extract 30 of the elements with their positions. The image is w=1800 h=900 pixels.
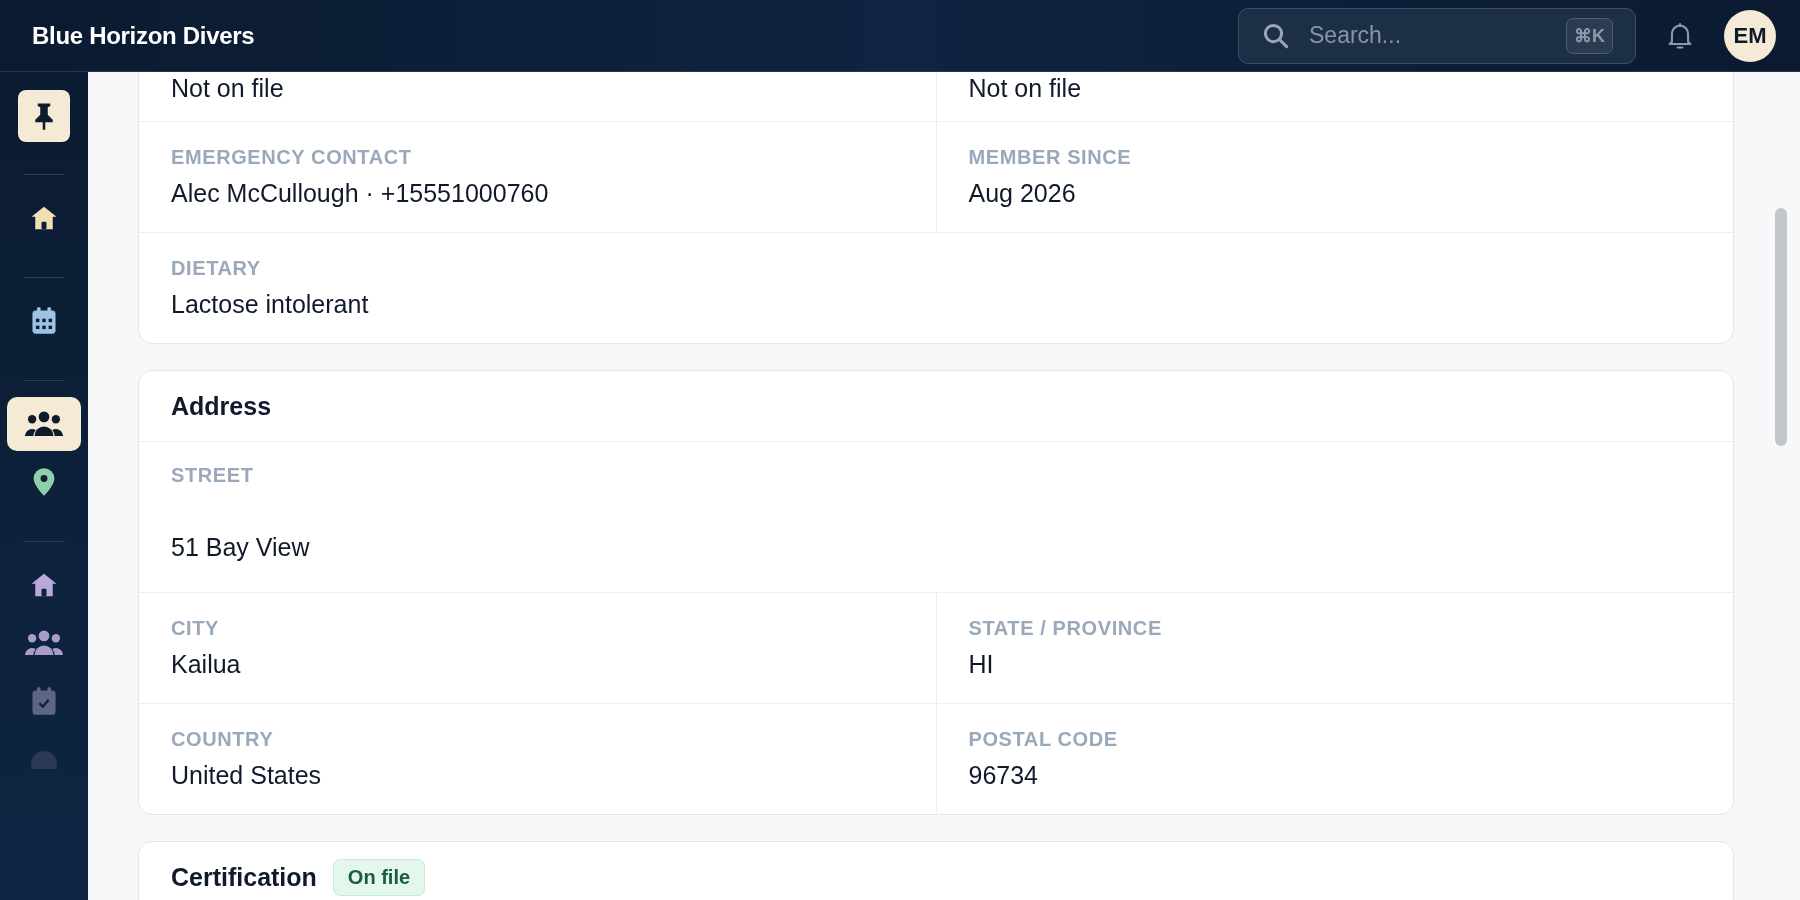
people-nav-item[interactable] — [7, 397, 81, 451]
field-label: COUNTRY — [171, 728, 275, 751]
field-value: 51 Bay View — [171, 533, 311, 562]
section-title: Address — [171, 391, 272, 421]
pin-button[interactable] — [18, 90, 70, 142]
notifications-bell-icon[interactable] — [1666, 20, 1694, 51]
field-value: Lactose intolerant — [171, 290, 370, 319]
field-label: STATE / PROVINCE — [968, 617, 1163, 640]
field-label: CITY — [171, 617, 220, 640]
app-title: Blue Horizon Divers — [32, 21, 256, 50]
field-label: STREET — [171, 464, 255, 487]
shortcut-key: ⌘K — [1566, 17, 1613, 54]
field-value: Kailua — [171, 650, 242, 679]
user-avatar[interactable]: EM — [1724, 9, 1776, 62]
field-value: HI — [968, 650, 995, 679]
field-label: MEMBER SINCE — [968, 146, 1133, 169]
field-value: Alec McCullough · +15551000760 — [171, 179, 550, 208]
field-value: 96734 — [968, 761, 1040, 790]
field-value: Aug 2026 — [968, 179, 1077, 208]
field-label: DIETARY — [171, 257, 262, 280]
section-title: Certification — [171, 862, 317, 892]
status-badge: On file — [332, 858, 426, 896]
field-value: Not on file — [968, 74, 1083, 103]
search-field[interactable]: Search... — [1307, 21, 1550, 50]
field-label: POSTAL CODE — [968, 728, 1119, 751]
scrollbar-thumb[interactable] — [1775, 208, 1787, 446]
field-value: United States — [171, 761, 323, 790]
search-field[interactable]: Search... ⌘K — [1238, 7, 1636, 64]
field-label: EMERGENCY CONTACT — [171, 146, 413, 169]
field-value: Not on file — [171, 74, 285, 103]
